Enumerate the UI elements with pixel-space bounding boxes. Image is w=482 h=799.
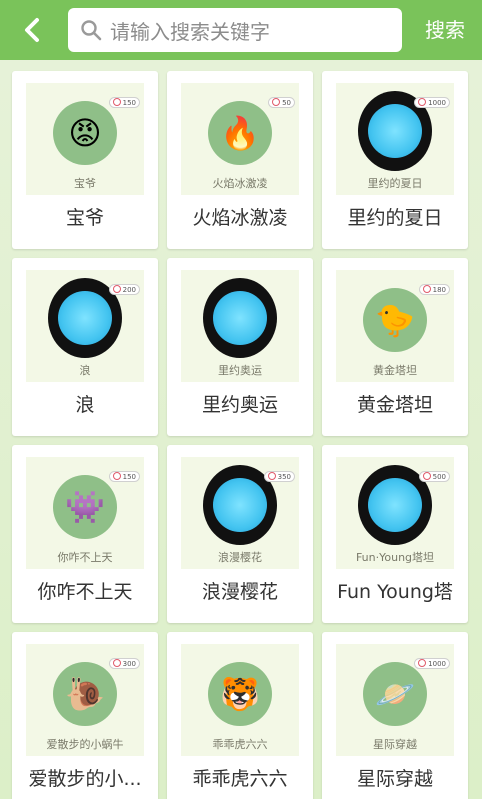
sticker-thumbnail: 1000 里约的夏日 [336, 83, 454, 195]
sticker-glyph: 👾 [65, 488, 105, 526]
sticker-character-icon: 👾 [53, 475, 117, 539]
sticker-name: Fun Young塔 [337, 581, 453, 603]
sticker-name: 浪漫樱花 [201, 581, 278, 603]
avatar-frame-inner [213, 291, 267, 345]
sticker-caption: 浪漫樱花 [218, 551, 262, 564]
sticker-card[interactable]: 🐯 乖乖虎六六 乖乖虎六六 [167, 632, 313, 799]
sticker-name: 爱散步的小... [28, 768, 142, 790]
search-button[interactable]: 搜索 [414, 14, 476, 46]
sticker-name: 你咋不上天 [37, 581, 133, 603]
price-badge: 1000 [414, 658, 450, 669]
price-badge: 50 [268, 97, 295, 108]
sticker-thumbnail: 🪐 1000 星际穿越 [336, 644, 454, 756]
sticker-glyph: 🐤 [375, 301, 415, 339]
sticker-caption: 星际穿越 [373, 738, 417, 751]
sticker-card[interactable]: 🐤 180 黄金塔坦 黄金塔坦 [322, 258, 468, 436]
price-badge: 300 [108, 658, 140, 669]
price-badge: 200 [108, 284, 140, 295]
sticker-card[interactable]: 🪐 1000 星际穿越 星际穿越 [322, 632, 468, 799]
sticker-name: 里约的夏日 [347, 207, 443, 229]
sticker-character-icon: 🪐 [363, 662, 427, 726]
sticker-card[interactable]: 🔥 50 火焰冰激凌 火焰冰激凌 [167, 71, 313, 249]
search-input[interactable]: 请输入搜索关键字 [68, 8, 402, 52]
sticker-thumbnail: 350 浪漫樱花 [181, 457, 299, 569]
avatar-frame-inner [213, 478, 267, 532]
sticker-caption: 宝爷 [74, 177, 96, 190]
price-badge: 150 [108, 471, 140, 482]
avatar-frame-inner [368, 104, 422, 158]
sticker-name: 乖乖虎六六 [192, 768, 288, 790]
sticker-caption: 你咋不上天 [57, 551, 113, 564]
sticker-caption: Fun·Young塔坦 [355, 551, 435, 564]
sticker-glyph: 🔥 [220, 114, 260, 152]
sticker-card[interactable]: 😡 150 宝爷 宝爷 [12, 71, 158, 249]
sticker-name: 星际穿越 [356, 768, 433, 790]
sticker-card[interactable]: 👾 150 你咋不上天 你咋不上天 [12, 445, 158, 623]
sticker-caption: 浪 [79, 364, 91, 377]
sticker-caption: 里约奥运 [218, 364, 262, 377]
sticker-glyph: 🪐 [375, 675, 415, 713]
sticker-glyph: 😡 [68, 114, 102, 152]
price-badge: 350 [263, 471, 295, 482]
sticker-character-icon: 🐯 [208, 662, 272, 726]
chevron-left-icon [25, 18, 39, 42]
sticker-caption: 黄金塔坦 [373, 364, 417, 377]
sticker-thumbnail: 🐤 180 黄金塔坦 [336, 270, 454, 382]
sticker-grid: 😡 150 宝爷 宝爷 🔥 50 火焰冰激凌 火焰冰激凌 1000 里约的夏日 里约的夏日 200 浪浪… [0, 60, 482, 799]
sticker-thumbnail: 200 浪 [26, 270, 144, 382]
avatar-frame-inner [368, 478, 422, 532]
avatar-frame-inner [58, 291, 112, 345]
sticker-name: 黄金塔坦 [356, 394, 433, 416]
sticker-thumbnail: 😡 150 宝爷 [26, 83, 144, 195]
sticker-name: 浪 [75, 394, 95, 416]
sticker-name: 里约奥运 [201, 394, 278, 416]
sticker-glyph: 🐯 [220, 675, 260, 713]
sticker-card[interactable]: 🐌 300 爱散步的小蜗牛爱散步的小... [12, 632, 158, 799]
sticker-thumbnail: 里约奥运 [181, 270, 299, 382]
sticker-card[interactable]: 1000 里约的夏日 里约的夏日 [322, 71, 468, 249]
sticker-thumbnail: 🔥 50 火焰冰激凌 [181, 83, 299, 195]
sticker-name: 宝爷 [65, 207, 104, 229]
sticker-character-icon: 🐤 [363, 288, 427, 352]
sticker-thumbnail: 🐌 300 爱散步的小蜗牛 [26, 644, 144, 756]
sticker-card[interactable]: 500 Fun·Young塔坦 Fun Young塔 [322, 445, 468, 623]
sticker-character-icon: 😡 [53, 101, 117, 165]
sticker-glyph: 🐌 [65, 675, 105, 713]
back-button[interactable] [14, 12, 50, 48]
search-placeholder: 请输入搜索关键字 [110, 19, 270, 44]
avatar-frame-dark [203, 278, 277, 358]
price-badge: 500 [418, 471, 450, 482]
sticker-thumbnail: 500 Fun·Young塔坦 [336, 457, 454, 569]
sticker-caption: 爱散步的小蜗牛 [46, 738, 124, 751]
price-badge: 180 [418, 284, 450, 295]
sticker-thumbnail: 👾 150 你咋不上天 [26, 457, 144, 569]
sticker-character-icon: 🔥 [208, 101, 272, 165]
sticker-thumbnail: 🐯 乖乖虎六六 [181, 644, 299, 756]
price-badge: 150 [108, 97, 140, 108]
search-icon [81, 20, 102, 41]
sticker-caption: 里约的夏日 [367, 177, 423, 190]
sticker-caption: 乖乖虎六六 [212, 738, 268, 751]
sticker-card[interactable]: 200 浪浪 [12, 258, 158, 436]
sticker-caption: 火焰冰激凌 [212, 177, 268, 190]
sticker-card[interactable]: 350 浪漫樱花 浪漫樱花 [167, 445, 313, 623]
sticker-name: 火焰冰激凌 [192, 207, 288, 229]
sticker-character-icon: 🐌 [53, 662, 117, 726]
sticker-card[interactable]: 里约奥运 里约奥运 [167, 258, 313, 436]
price-badge: 1000 [414, 97, 450, 108]
top-bar: 请输入搜索关键字 搜索 [0, 0, 482, 60]
